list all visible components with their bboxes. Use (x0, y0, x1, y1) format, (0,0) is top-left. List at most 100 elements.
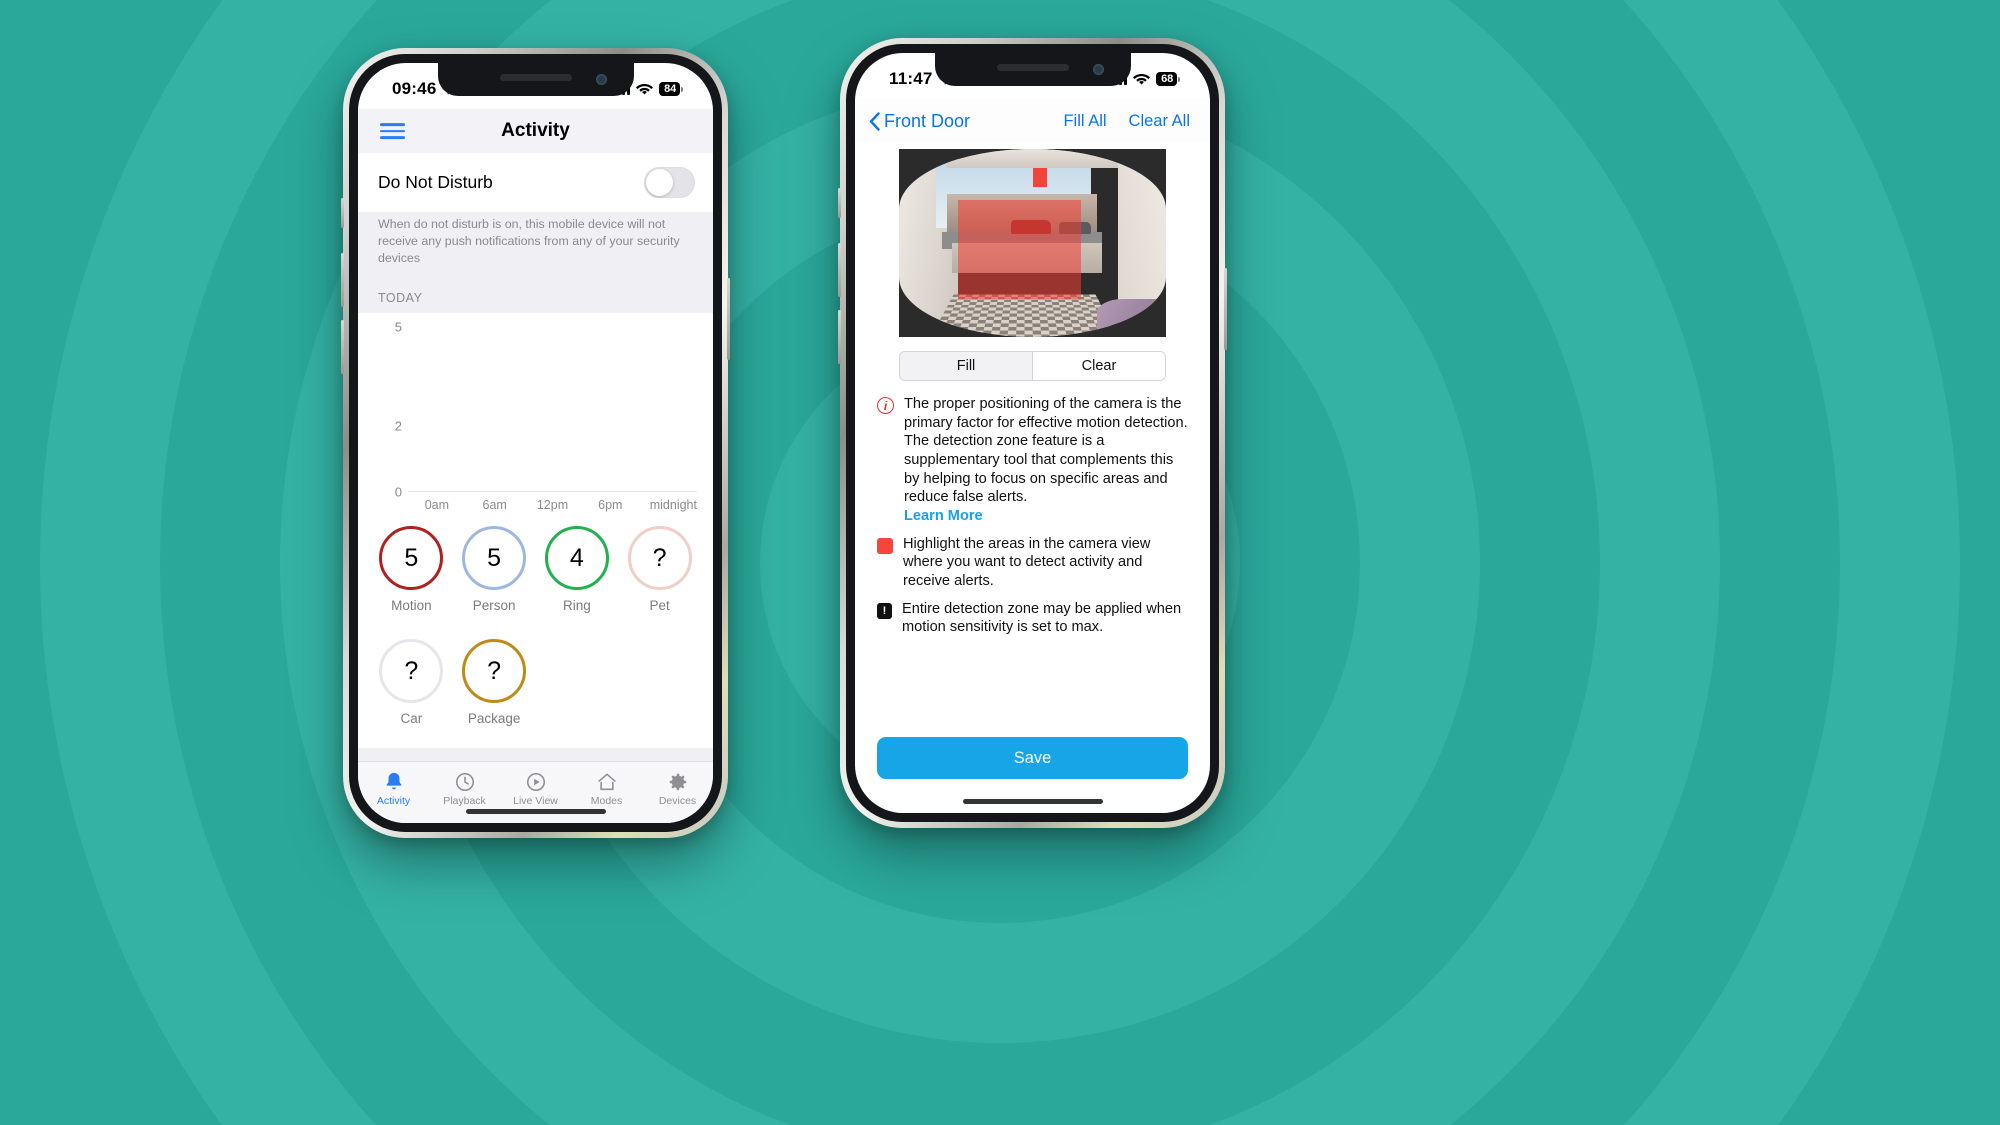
battery-level: 84 (659, 82, 680, 96)
volume-down-button-right[interactable] (838, 310, 841, 364)
status-time-right: 11:47 (889, 69, 933, 88)
counter-car[interactable]: ? Car (370, 639, 453, 726)
counter-label-pet: Pet (649, 598, 670, 614)
camera-wrap (855, 143, 1210, 337)
do-not-disturb-row[interactable]: Do Not Disturb (358, 153, 713, 212)
tab-devices[interactable]: Devices (642, 762, 713, 815)
exclamation-badge-icon: ! (877, 602, 892, 619)
tab-label: Activity (376, 794, 411, 807)
chart-x-tick: 6am (482, 498, 507, 513)
earpiece-speaker-right (996, 64, 1069, 71)
counter-row-secondary: ? Car ? Package (370, 639, 701, 726)
fill-clear-segmented-control: Fill Clear (899, 351, 1166, 381)
camera-preview[interactable] (899, 149, 1166, 337)
front-camera-right (1092, 64, 1104, 75)
clear-all-button[interactable]: Clear All (1129, 112, 1190, 131)
play-icon (525, 771, 547, 793)
tab-modes[interactable]: Modes (571, 762, 642, 815)
nav-bar-detection-zone: Front Door Fill All Clear All (855, 99, 1210, 143)
hamburger-menu-icon[interactable] (380, 123, 405, 139)
counter-ring[interactable]: 4 Ring (536, 526, 619, 613)
toggle-knob (646, 169, 673, 196)
counter-person[interactable]: 5 Person (453, 526, 536, 613)
mute-switch[interactable] (341, 198, 344, 228)
segment-fill[interactable]: Fill (900, 352, 1033, 380)
phone-right: 11:47 68 Front Door Fill All Clear All F… (838, 38, 1227, 828)
detection-zone-overlay[interactable] (957, 199, 1081, 300)
chart-y-tick: 5 (394, 319, 402, 335)
volume-down-button[interactable] (341, 320, 344, 374)
tab-label: Modes (590, 794, 623, 807)
do-not-disturb-description: When do not disturb is on, this mobile d… (358, 212, 713, 282)
back-label: Front Door (884, 110, 971, 131)
battery-indicator-right: 68 (1156, 72, 1180, 86)
bell-icon (383, 771, 405, 793)
counter-circle-package[interactable]: ? (462, 639, 527, 704)
counter-label-ring: Ring (562, 598, 591, 614)
chart-y-axis: 5 2 0 (374, 320, 408, 500)
info-text: Entire detection zone may be applied whe… (902, 600, 1182, 636)
volume-up-button-right[interactable] (838, 243, 841, 297)
chart-x-tick: 0am (424, 498, 450, 513)
counter-circle-pet[interactable]: ? (627, 526, 692, 591)
counter-circle-ring[interactable]: 4 (544, 526, 609, 591)
counter-row-primary: 5 Motion 5 Person 4 Ring? Pet (370, 526, 701, 613)
tab-activity[interactable]: Activity (358, 762, 429, 815)
red-square-icon (877, 537, 893, 554)
counter-circle-car[interactable]: ? (379, 639, 444, 704)
learn-more-link[interactable]: Learn More (904, 507, 983, 526)
info-item: ! Entire detection zone may be applied wh… (877, 600, 1188, 637)
chart-y-tick: 2 (394, 418, 402, 434)
info-text: Highlight the areas in the camera view w… (903, 535, 1151, 590)
counter-circle-motion[interactable]: 5 (379, 526, 444, 591)
info-text: The proper positioning of the camera is … (904, 396, 1188, 526)
mute-switch-right[interactable] (838, 188, 841, 218)
counter-circle-person[interactable]: 5 (462, 526, 527, 591)
screen-left: 09:46 84 Activity Do Not Disturb When do… (358, 63, 713, 823)
phone-left: 09:46 84 Activity Do Not Disturb When do… (341, 48, 730, 838)
tab-playback[interactable]: Playback (429, 762, 500, 815)
counter-label-car: Car (400, 711, 423, 727)
history-icon (454, 771, 476, 793)
counter-package[interactable]: ? Package (453, 639, 536, 726)
info-circle-icon: i (877, 397, 894, 414)
volume-up-button[interactable] (341, 253, 344, 307)
earpiece-speaker (499, 74, 572, 81)
activity-chart: 5 2 0 (374, 320, 697, 500)
chevron-left-icon (869, 111, 880, 131)
battery-level-right: 68 (1156, 72, 1177, 86)
chart-x-tick: midnight (649, 498, 697, 513)
past-week-section-header: PAST WEEK (358, 748, 713, 761)
status-time: 09:46 (392, 79, 437, 98)
activity-scroll-area[interactable]: Do Not Disturb When do not disturb is on… (358, 153, 713, 761)
activity-counters: 5 Motion 5 Person 4 Ring? Pet ? Car ? Package (358, 520, 713, 749)
notch (437, 63, 634, 96)
wifi-icon (1133, 73, 1151, 85)
power-button[interactable] (727, 278, 730, 360)
activity-chart-card: 5 2 0 0am 6am 12pm 6pm midnight (358, 313, 713, 521)
today-section-header: TODAY (358, 281, 713, 314)
chart-x-axis: 0am 6am 12pm 6pm midnight (374, 492, 697, 512)
do-not-disturb-label: Do Not Disturb (378, 172, 493, 192)
counter-label-person: Person (472, 598, 516, 614)
zone-marker (1032, 167, 1048, 187)
tab-live-view[interactable]: Live View (500, 762, 571, 815)
fill-all-button[interactable]: Fill All (1063, 112, 1106, 131)
battery-indicator: 84 (659, 82, 683, 96)
info-item: i The proper positioning of the camera is… (877, 395, 1188, 526)
tab-label: Devices (658, 794, 697, 807)
chart-x-tick: 6pm (598, 498, 623, 513)
segment-clear[interactable]: Clear (1033, 352, 1165, 380)
back-button[interactable]: Front Door (869, 111, 970, 132)
counter-pet[interactable]: ? Pet (618, 526, 701, 613)
chart-plot-area (408, 327, 697, 493)
save-button[interactable]: Save (877, 737, 1188, 779)
home-indicator[interactable] (465, 809, 606, 814)
home-indicator-right[interactable] (962, 799, 1103, 804)
counter-motion[interactable]: 5 Motion (370, 526, 453, 613)
notch-right (934, 53, 1131, 86)
do-not-disturb-toggle[interactable] (644, 167, 695, 198)
chart-x-tick: 12pm (536, 498, 569, 513)
info-item: Highlight the areas in the camera view w… (877, 535, 1188, 591)
power-button-right[interactable] (1224, 268, 1227, 350)
